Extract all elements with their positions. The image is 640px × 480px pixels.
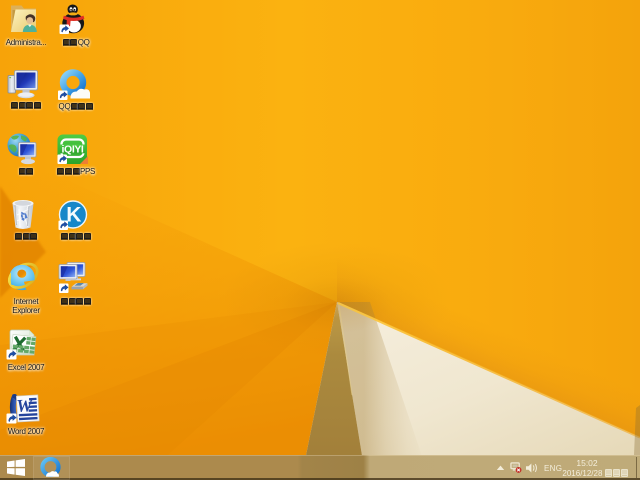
svg-text:K: K	[66, 204, 81, 227]
svg-text:iQIYI: iQIYI	[62, 144, 84, 156]
